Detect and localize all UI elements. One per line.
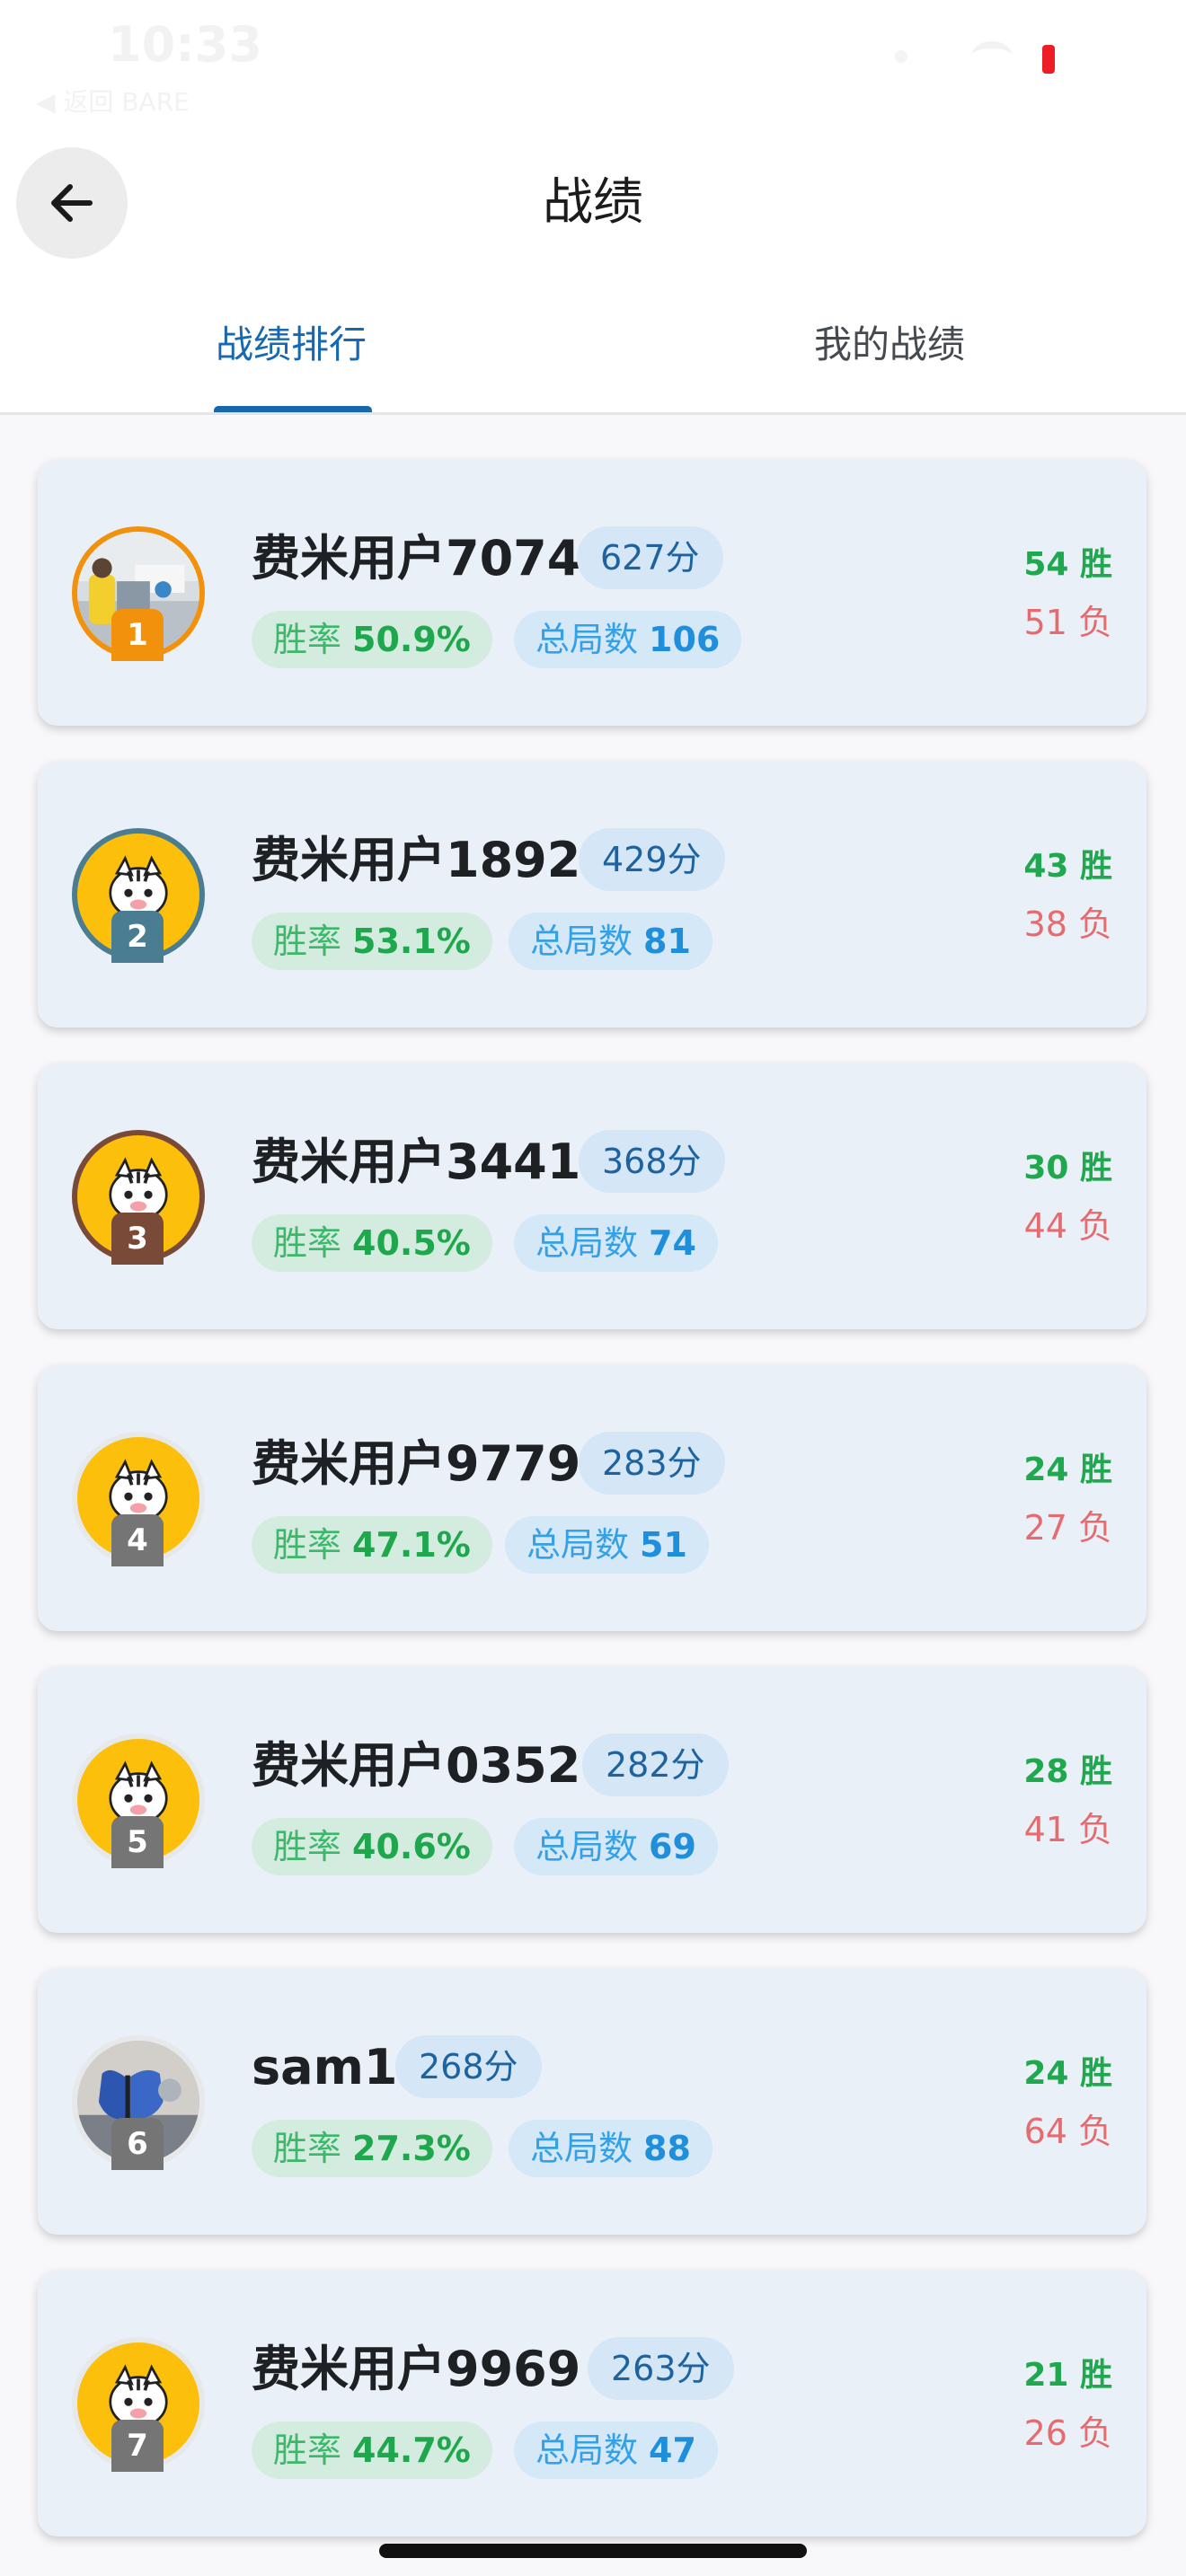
- total-games-label: 总局数: [530, 2129, 633, 2168]
- status-time: 10:33: [108, 16, 262, 73]
- wins-count: 21 胜: [1023, 2357, 1112, 2394]
- home-indicator[interactable]: [379, 2544, 807, 2558]
- winrate-pill: 胜率 47.1%: [252, 1516, 492, 1574]
- user-name: 费米用户9969: [252, 2341, 581, 2397]
- wins-count: 24 胜: [1023, 2055, 1112, 2092]
- losses-count: 27 负: [1023, 1508, 1112, 1548]
- total-games-pill: 总局数 51: [505, 1516, 709, 1574]
- user-name: 费米用户1892: [252, 832, 581, 888]
- winrate-value: 47.1%: [352, 1525, 471, 1565]
- rank-badge: 4: [111, 1514, 164, 1566]
- winrate-pill: 胜率 40.5%: [252, 1214, 492, 1272]
- score-badge: 263分: [588, 2337, 734, 2400]
- losses-count: 41 负: [1023, 1810, 1112, 1849]
- winrate-label: 胜率: [273, 1525, 342, 1565]
- score-badge: 627分: [577, 526, 723, 589]
- winrate-label: 胜率: [273, 2129, 342, 2168]
- losses-count: 51 负: [1023, 603, 1112, 642]
- winrate-pill: 胜率 44.7%: [252, 2422, 492, 2479]
- battery-icon: [1042, 45, 1055, 74]
- leaderboard-row[interactable]: 3 费米用户3441 368分 胜率 40.5% 总局数 74 30 胜 44 负: [38, 1063, 1146, 1329]
- rank-badge: 1: [111, 609, 164, 661]
- losses-count: 44 负: [1023, 1206, 1112, 1246]
- total-games-label: 总局数: [535, 1827, 639, 1866]
- total-games-value: 81: [643, 922, 691, 961]
- wifi-icon: [972, 41, 1012, 68]
- wins-count: 43 胜: [1023, 848, 1112, 885]
- leaderboard-row[interactable]: 6 sam1 268分 胜率 27.3% 总局数 88 24 胜 64 负: [38, 1969, 1146, 2235]
- score-badge: 368分: [579, 1130, 725, 1193]
- winrate-value: 53.1%: [352, 922, 471, 961]
- leaderboard-row[interactable]: 5 费米用户0352 282分 胜率 40.6% 总局数 69 28 胜 41 负: [38, 1667, 1146, 1933]
- score-badge: 429分: [579, 828, 725, 891]
- rank-badge: 3: [111, 1213, 164, 1265]
- total-games-value: 88: [643, 2129, 691, 2168]
- rank-badge: 7: [111, 2420, 164, 2472]
- score-badge: 282分: [582, 1734, 729, 1796]
- wins-count: 24 胜: [1023, 1451, 1112, 1488]
- winrate-value: 50.9%: [352, 620, 471, 659]
- signal-icon: [895, 50, 907, 63]
- tab-my-records[interactable]: 我的战绩: [814, 318, 965, 372]
- leaderboard-row[interactable]: 4 费米用户9779 283分 胜率 47.1% 总局数 51 24 胜 27 负: [38, 1365, 1146, 1631]
- losses-count: 64 负: [1023, 2112, 1112, 2151]
- winrate-value: 44.7%: [352, 2430, 471, 2470]
- total-games-label: 总局数: [530, 922, 633, 961]
- user-name: sam1: [252, 2039, 398, 2095]
- total-games-value: 106: [649, 620, 721, 659]
- total-games-pill: 总局数 74: [514, 1214, 718, 1272]
- user-name: 费米用户0352: [252, 1737, 581, 1794]
- winrate-label: 胜率: [273, 620, 342, 659]
- wins-count: 28 胜: [1023, 1753, 1112, 1790]
- total-games-label: 总局数: [535, 1223, 639, 1263]
- total-games-label: 总局数: [527, 1525, 630, 1565]
- leaderboard-row[interactable]: 2 费米用户1892 429分 胜率 53.1% 总局数 81 43 胜 38 负: [38, 762, 1146, 1028]
- total-games-pill: 总局数 81: [509, 913, 712, 970]
- total-games-value: 51: [640, 1525, 687, 1565]
- user-name: 费米用户9779: [252, 1435, 581, 1492]
- leaderboard-row[interactable]: 1 费米用户7074 627分 胜率 50.9% 总局数 106 54 胜 51 负: [38, 460, 1146, 726]
- wins-count: 30 胜: [1023, 1150, 1112, 1187]
- total-games-value: 74: [649, 1223, 696, 1263]
- total-games-label: 总局数: [535, 620, 639, 659]
- winrate-pill: 胜率 53.1%: [252, 913, 492, 970]
- total-games-pill: 总局数 47: [514, 2422, 718, 2479]
- page-title: 战绩: [543, 173, 643, 232]
- wins-count: 54 胜: [1023, 546, 1112, 583]
- losses-count: 38 负: [1023, 904, 1112, 944]
- winrate-pill: 胜率 40.6%: [252, 1818, 492, 1875]
- winrate-label: 胜率: [273, 1827, 342, 1866]
- total-games-pill: 总局数 69: [514, 1818, 718, 1875]
- user-name: 费米用户3441: [252, 1134, 581, 1190]
- winrate-label: 胜率: [273, 2430, 342, 2470]
- status-bar: 10:33 ◀ 返回 BARE: [0, 0, 1186, 117]
- user-name: 费米用户7074: [252, 530, 581, 587]
- winrate-value: 40.6%: [352, 1827, 471, 1866]
- leaderboard-row[interactable]: 7 费米用户9969 263分 胜率 44.7% 总局数 47 21 胜 26 负: [38, 2271, 1146, 2536]
- winrate-label: 胜率: [273, 922, 342, 961]
- tab-ranking[interactable]: 战绩排行: [216, 318, 367, 372]
- score-badge: 283分: [579, 1432, 725, 1495]
- winrate-value: 27.3%: [352, 2129, 471, 2168]
- total-games-pill: 总局数 106: [514, 611, 742, 668]
- losses-count: 26 负: [1023, 2413, 1112, 2453]
- total-games-value: 69: [649, 1827, 696, 1866]
- winrate-value: 40.5%: [352, 1223, 471, 1263]
- total-games-pill: 总局数 88: [509, 2120, 712, 2177]
- winrate-pill: 胜率 50.9%: [252, 611, 492, 668]
- status-back-app[interactable]: ◀ 返回 BARE: [36, 83, 190, 119]
- winrate-label: 胜率: [273, 1223, 342, 1263]
- rank-badge: 2: [111, 911, 164, 963]
- total-games-label: 总局数: [535, 2430, 639, 2470]
- rank-badge: 6: [111, 2118, 164, 2170]
- total-games-value: 47: [649, 2430, 696, 2470]
- score-badge: 268分: [395, 2035, 542, 2098]
- winrate-pill: 胜率 27.3%: [252, 2120, 492, 2177]
- rank-badge: 5: [111, 1816, 164, 1868]
